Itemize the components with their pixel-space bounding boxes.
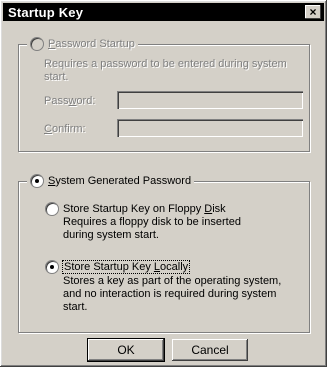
cancel-button[interactable]: Cancel [172,339,248,361]
startup-key-dialog: Startup Key × Password Startup Requires … [0,0,327,367]
password-startup-description: Requires a password to be entered during… [44,58,287,83]
confirm-label: Confirm: [44,123,86,135]
password-startup-group: Password Startup Requires a password to … [18,37,310,152]
store-locally-option[interactable]: Store Startup Key Locally [45,260,191,274]
store-locally-description: Stores a key as part of the operating sy… [63,275,282,313]
ok-button[interactable]: OK [87,338,165,362]
title-bar: Startup Key × [3,3,324,21]
store-locally-label: Store Startup Key Locally [61,260,191,274]
system-generated-option[interactable]: System Generated Password [27,174,195,188]
password-label: Password: [44,95,96,107]
window-title: Startup Key [8,5,84,20]
system-generated-radio[interactable] [30,174,44,188]
floppy-disk-label: Store Startup Key on Floppy Disk [63,203,226,215]
floppy-disk-radio[interactable] [45,202,59,216]
floppy-disk-description: Requires a floppy disk to be inserted du… [63,216,241,241]
floppy-disk-option[interactable]: Store Startup Key on Floppy Disk [45,202,226,216]
close-icon: × [309,5,317,19]
system-generated-label: System Generated Password [48,175,192,187]
password-startup-label: Password Startup [48,38,135,50]
close-button[interactable]: × [305,5,321,19]
password-startup-option[interactable]: Password Startup [27,37,138,51]
confirm-field[interactable] [117,119,303,137]
password-startup-radio[interactable] [30,37,44,51]
store-locally-radio[interactable] [45,260,59,274]
system-generated-group: System Generated Password Store Startup … [18,174,310,333]
password-field[interactable] [117,91,303,109]
